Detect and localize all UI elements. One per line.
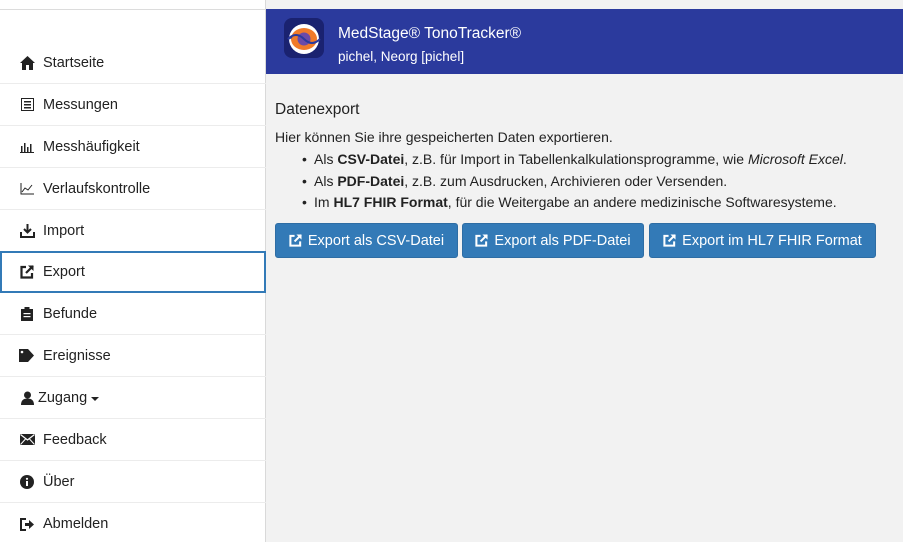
sidebar-item-befunde[interactable]: Befunde bbox=[0, 293, 266, 335]
sidebar-item-startseite[interactable]: Startseite bbox=[0, 42, 266, 84]
sidebar-item-abmelden[interactable]: Abmelden bbox=[0, 503, 266, 542]
logout-icon bbox=[19, 516, 35, 532]
import-icon bbox=[19, 223, 35, 239]
sidebar-item-label: Import bbox=[43, 222, 85, 239]
chevron-down-icon bbox=[91, 396, 100, 401]
page-title: Datenexport bbox=[275, 101, 360, 118]
sidebar-item-verlaufskontrolle[interactable]: Verlaufskontrolle bbox=[0, 168, 266, 210]
export-icon bbox=[19, 264, 35, 280]
sidebar-item-label: Feedback bbox=[43, 431, 107, 448]
sidebar-divider bbox=[0, 9, 266, 10]
sidebar: Startseite Messungen Messhäufigkeit Verl… bbox=[0, 0, 266, 542]
sidebar-item-label: Startseite bbox=[43, 54, 105, 71]
sidebar-item-label: Messungen bbox=[43, 96, 118, 113]
sidebar-item-messungen[interactable]: Messungen bbox=[0, 84, 266, 126]
line-chart-icon bbox=[19, 181, 35, 197]
app-title: MedStage® TonoTracker® bbox=[338, 25, 522, 42]
intro-text: Hier können Sie ihre gespeicherten Daten… bbox=[275, 129, 613, 145]
bar-chart-icon bbox=[19, 139, 35, 155]
tag-icon bbox=[19, 348, 35, 364]
sidebar-item-label: Messhäufigkeit bbox=[43, 138, 140, 155]
sidebar-item-ueber[interactable]: Über bbox=[0, 461, 266, 503]
main-content: Datenexport Hier können Sie ihre gespeic… bbox=[266, 74, 903, 542]
list-icon bbox=[19, 97, 35, 113]
list-item: Im HL7 FHIR Format, für die Weitergabe a… bbox=[302, 192, 847, 214]
sidebar-item-export[interactable]: Export bbox=[0, 251, 266, 293]
current-user: pichel, Neorg [pichel] bbox=[338, 49, 465, 64]
app-logo bbox=[284, 18, 324, 58]
sidebar-item-label: Über bbox=[43, 473, 75, 490]
sidebar-item-label: Verlaufskontrolle bbox=[43, 180, 151, 197]
home-icon bbox=[19, 55, 35, 71]
info-icon bbox=[19, 474, 35, 490]
sidebar-item-messhaeufigkeit[interactable]: Messhäufigkeit bbox=[0, 126, 266, 168]
sidebar-item-import[interactable]: Import bbox=[0, 210, 266, 252]
export-csv-button[interactable]: Export als CSV-Datei bbox=[275, 223, 458, 258]
export-options-list: Als CSV-Datei, z.B. für Import in Tabell… bbox=[302, 149, 847, 214]
sidebar-item-label: Zugang bbox=[38, 389, 88, 406]
export-fhir-button[interactable]: Export im HL7 FHIR Format bbox=[649, 223, 876, 258]
list-item: Als PDF-Datei, z.B. zum Ausdrucken, Arch… bbox=[302, 171, 847, 193]
list-item: Als CSV-Datei, z.B. für Import in Tabell… bbox=[302, 149, 847, 171]
sidebar-item-feedback[interactable]: Feedback bbox=[0, 419, 266, 461]
sidebar-item-label: Ereignisse bbox=[43, 347, 111, 364]
export-icon bbox=[663, 234, 676, 247]
app-header: MedStage® TonoTracker® pichel, Neorg [pi… bbox=[266, 9, 903, 74]
sidebar-item-label: Export bbox=[43, 264, 85, 280]
export-icon bbox=[289, 234, 302, 247]
clipboard-icon bbox=[19, 306, 35, 322]
envelope-icon bbox=[19, 432, 35, 448]
sidebar-item-ereignisse[interactable]: Ereignisse bbox=[0, 335, 266, 377]
export-icon bbox=[475, 234, 489, 247]
user-icon bbox=[19, 390, 35, 406]
sidebar-item-label: Abmelden bbox=[43, 516, 109, 532]
sidebar-item-zugang[interactable]: Zugang bbox=[0, 377, 266, 419]
sidebar-item-label: Befunde bbox=[43, 305, 98, 322]
export-pdf-button[interactable]: Export als PDF-Datei bbox=[462, 223, 644, 258]
